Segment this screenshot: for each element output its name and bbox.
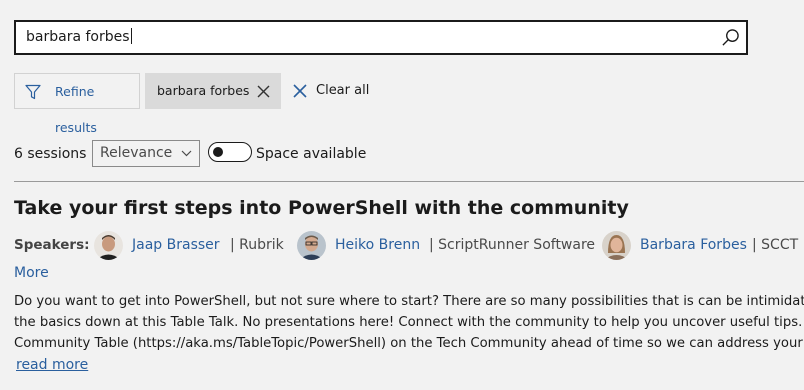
close-icon (293, 84, 307, 98)
space-available-toggle[interactable] (208, 142, 252, 162)
speaker-org: | Rubrik (230, 237, 284, 253)
space-available-label: Space available (256, 146, 367, 162)
toggle-knob (213, 146, 223, 157)
session-title[interactable]: Take your first steps into PowerShell wi… (14, 194, 629, 222)
description-line: the basics down at this Table Talk. No p… (14, 315, 804, 330)
remove-filter-icon[interactable] (257, 85, 270, 98)
more-speakers-link[interactable]: More (14, 260, 49, 286)
speaker-name[interactable]: Barbara Forbes (640, 230, 747, 260)
filter-chip-barbara-forbes[interactable]: barbara forbes (145, 73, 281, 109)
avatar[interactable] (297, 231, 326, 260)
refine-results-label: Refine results (55, 84, 97, 135)
session-search-page: barbara forbes Refine results barbara fo… (0, 0, 804, 390)
filter-icon (25, 84, 41, 100)
read-more-link[interactable]: read more (16, 354, 88, 376)
search-icon[interactable] (721, 28, 740, 47)
speakers-label: Speakers: (14, 237, 90, 253)
session-description: Do you want to get into PowerShell, but … (14, 291, 804, 354)
results-count: 6 sessions (14, 146, 87, 162)
speaker-org: | ScriptRunner Software (429, 237, 596, 253)
sort-dropdown[interactable]: Relevance (92, 140, 200, 167)
search-box[interactable]: barbara forbes (14, 20, 748, 55)
search-input[interactable]: barbara forbes (26, 22, 132, 53)
clear-all-label: Clear all (316, 83, 370, 98)
results-divider (14, 181, 804, 182)
sort-selected-value: Relevance (100, 145, 173, 161)
speaker-name[interactable]: Jaap Brasser (132, 230, 220, 260)
description-line: Do you want to get into PowerShell, but … (14, 294, 804, 309)
avatar[interactable] (602, 231, 631, 260)
filter-chip-label: barbara forbes (157, 83, 250, 98)
speaker-name[interactable]: Heiko Brenn (335, 230, 420, 260)
text-caret (130, 28, 132, 44)
avatar[interactable] (94, 231, 123, 260)
speaker-org: | SCCT (752, 237, 799, 253)
search-input-value: barbara forbes (26, 29, 130, 45)
refine-results-button[interactable]: Refine results (14, 73, 140, 135)
description-line: Community Table (https://aka.ms/TableTop… (14, 336, 803, 351)
speakers-row: Speakers: Jaap Brasser | Rubrik Heiko Br… (14, 230, 804, 262)
chevron-down-icon (181, 150, 192, 157)
